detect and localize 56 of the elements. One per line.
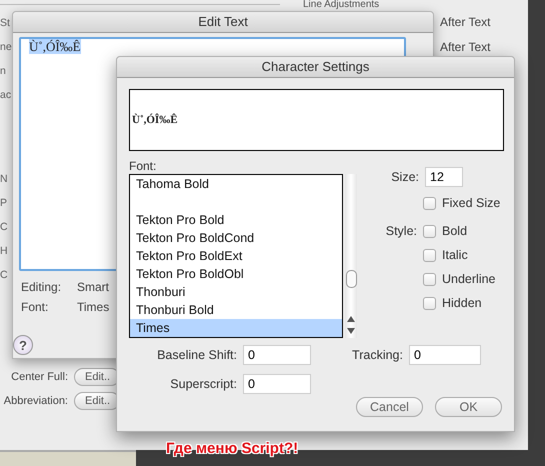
field-label: Tracking: (351, 348, 403, 362)
scrollbar[interactable] (345, 174, 357, 338)
label-fragment: C (0, 268, 9, 282)
label-fragment: H (0, 244, 9, 258)
style-label: Style: (384, 223, 417, 240)
checkbox-label: Bold (442, 224, 468, 238)
label-fragment: C (0, 220, 9, 234)
checkbox[interactable] (423, 196, 436, 210)
font-item[interactable]: Tekton Pro BoldCond (130, 229, 342, 247)
info-value: Times (77, 300, 110, 314)
checkbox[interactable] (423, 224, 436, 238)
info-label: Font: (21, 300, 50, 314)
checkbox[interactable] (423, 296, 436, 310)
field-label: Abbreviation: (2, 395, 68, 407)
scroll-arrows-icon[interactable] (346, 314, 356, 336)
label-fragment: St (0, 16, 11, 30)
checkbox[interactable] (423, 272, 436, 286)
font-label: Font: (129, 159, 158, 173)
font-item[interactable]: Thonburi Bold (130, 301, 342, 319)
help-button[interactable]: ? (13, 335, 33, 355)
field-label: Baseline Shift: (156, 348, 237, 362)
preview-text: Ù˚,ÓÎ‰Ê (132, 114, 178, 126)
field-label: Center Full: (10, 371, 68, 383)
size-label: Size: (390, 170, 419, 184)
option-label: After Text (440, 40, 490, 54)
font-item[interactable]: Tekton Pro BoldObl (130, 265, 342, 283)
input-field[interactable]: 0 (409, 345, 481, 365)
text-content: Ù˚,ÓÎ‰Ê (29, 39, 81, 54)
window-title: Character Settings (117, 57, 514, 78)
checkbox-label: Italic (442, 248, 468, 262)
label-fragment: n (0, 64, 7, 78)
font-list[interactable]: Tahoma Bold Tekton Pro Bold Tekton Pro BoldCond Tekton Pro BoldExt Tekton Pro BoldObl Thonburi Thonburi Bold Times (129, 174, 343, 338)
font-item[interactable]: Tahoma Bold (130, 175, 342, 193)
font-item[interactable]: Tekton Pro Bold (130, 211, 342, 229)
size-field[interactable]: 12 (425, 167, 463, 187)
cancel-button[interactable]: Cancel (356, 397, 423, 417)
label-fragment: ne (0, 40, 12, 54)
checkbox-label: Underline (442, 272, 496, 286)
option-label: After Text (440, 15, 490, 29)
font-item[interactable]: Tekton Pro BoldExt (130, 247, 342, 265)
ok-button[interactable]: OK (435, 397, 502, 417)
input-field[interactable]: 0 (243, 374, 311, 394)
label-fragment: P (0, 196, 8, 210)
label-fragment: ac (0, 88, 12, 102)
label-fragment: N (0, 172, 9, 186)
field-label: Superscript: (169, 377, 237, 391)
info-value: Smart (77, 280, 110, 294)
window-title: Edit Text (13, 12, 433, 33)
font-item[interactable]: Thonburi (130, 283, 342, 301)
info-label: Editing: (21, 280, 62, 294)
font-item[interactable]: Times (130, 319, 342, 337)
input-field[interactable]: 0 (243, 345, 311, 365)
checkbox[interactable] (423, 248, 436, 262)
checkbox-label: Fixed Size (442, 196, 500, 210)
checkbox-label: Hidden (442, 296, 482, 310)
scroll-thumb[interactable] (346, 270, 357, 288)
